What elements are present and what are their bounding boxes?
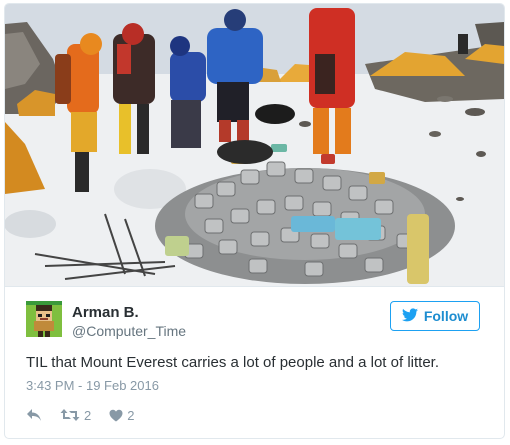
author-avatar[interactable] xyxy=(26,301,62,337)
tweet-text: TIL that Mount Everest carries a lot of … xyxy=(26,354,439,371)
like-count: 2 xyxy=(127,407,135,423)
author-name[interactable]: Arman B. xyxy=(72,304,139,321)
author-handle[interactable]: @Computer_Time xyxy=(72,323,186,339)
tweet-photo[interactable] xyxy=(5,4,504,286)
reply-button[interactable] xyxy=(26,408,42,422)
retweet-count: 2 xyxy=(84,407,92,423)
retweet-button[interactable]: 2 xyxy=(60,408,91,423)
twitter-bird-icon xyxy=(401,307,418,325)
like-button[interactable]: 2 xyxy=(109,408,134,423)
reply-icon xyxy=(26,408,42,422)
tweet-card: Arman B. @Computer_Time Follow TIL that … xyxy=(4,3,505,439)
photo-divider xyxy=(5,286,504,287)
tweet-actions: 2 2 xyxy=(26,406,152,424)
follow-button[interactable]: Follow xyxy=(390,301,480,331)
heart-icon xyxy=(109,409,123,422)
retweet-icon xyxy=(60,408,80,422)
follow-button-label: Follow xyxy=(423,308,469,324)
tweet-timestamp[interactable]: 3:43 PM - 19 Feb 2016 xyxy=(26,378,159,393)
